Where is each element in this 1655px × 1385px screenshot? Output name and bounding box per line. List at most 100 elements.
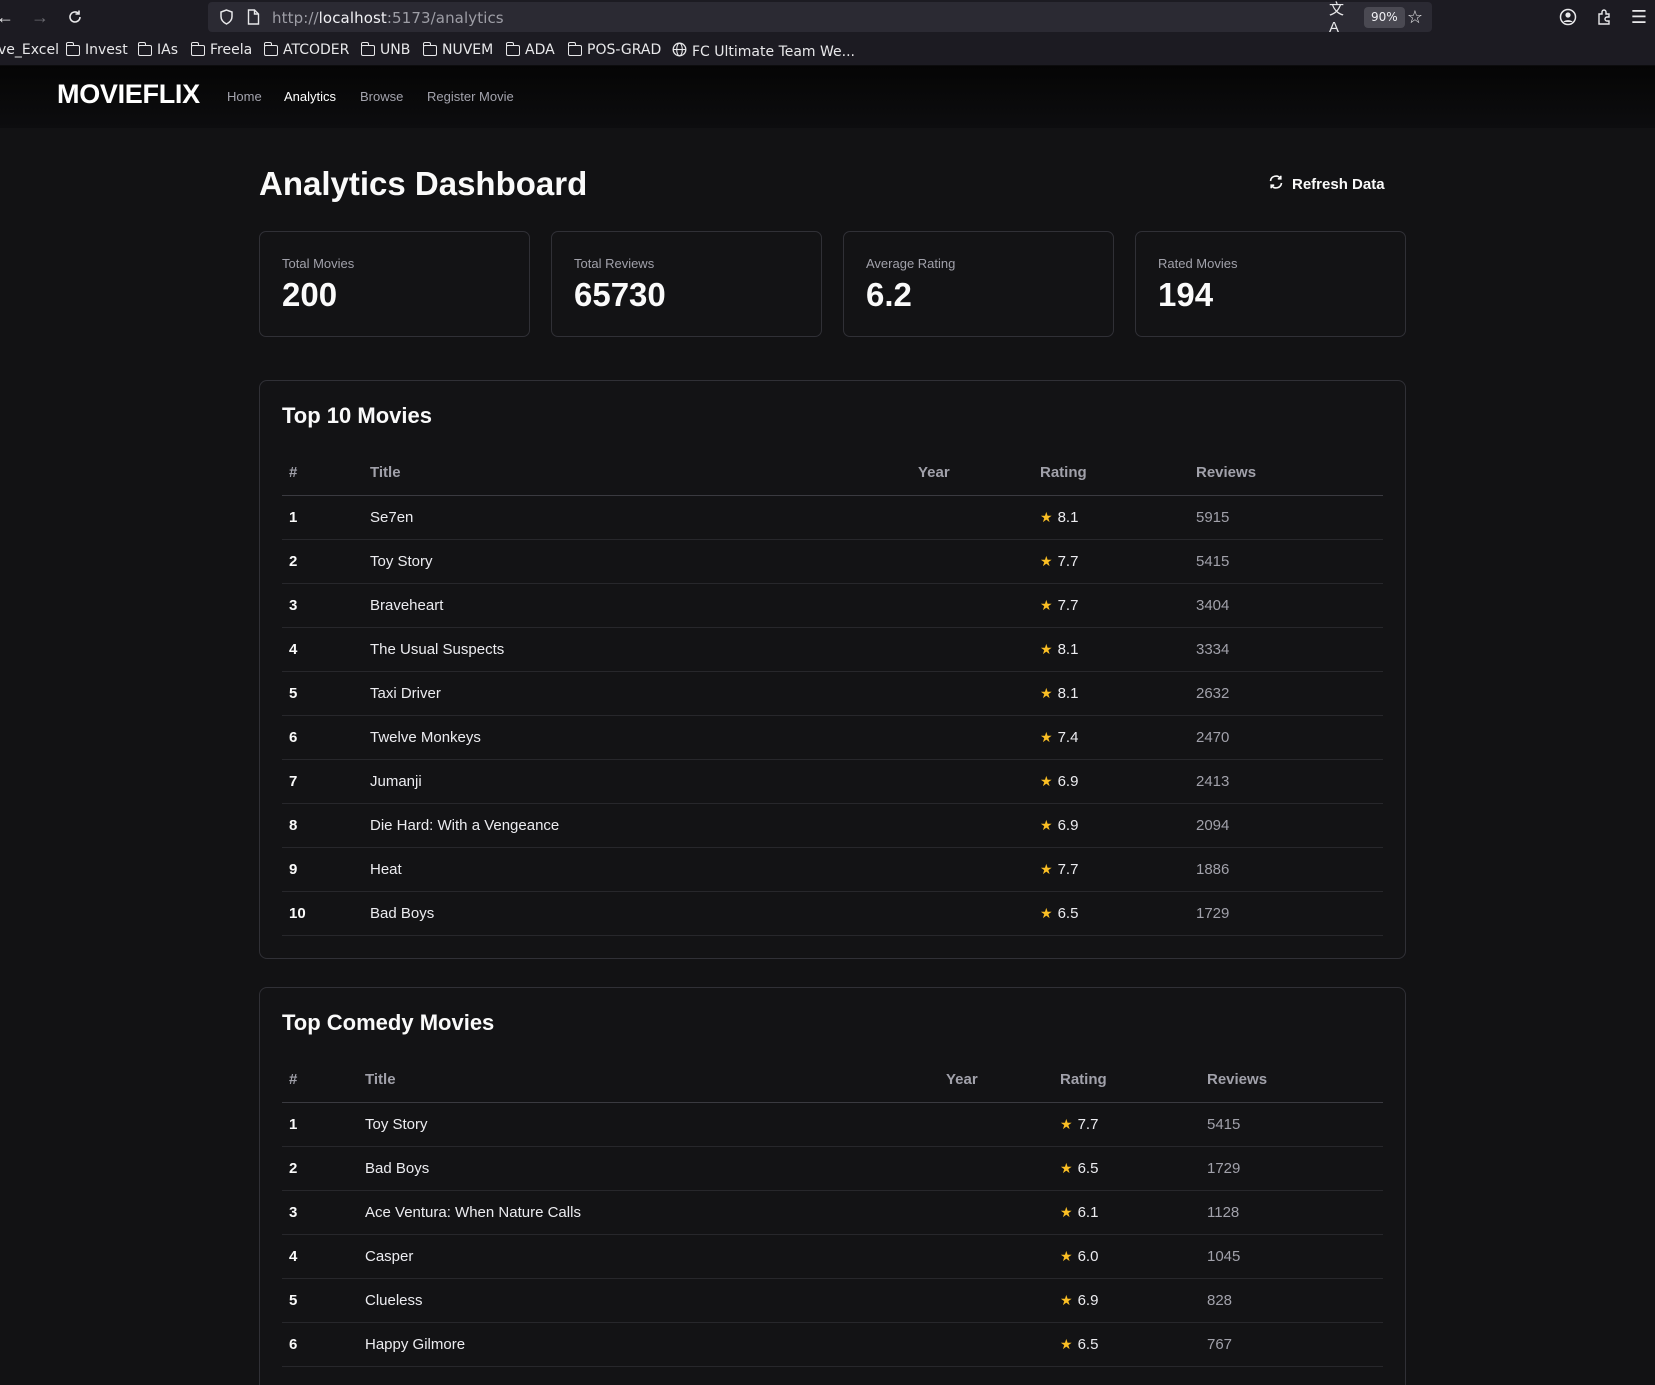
- folder-icon: [567, 41, 582, 56]
- table-row[interactable]: 2 Toy Story ★ 7.7 5415: [282, 539, 1383, 584]
- cell-rating: ★ 7.7: [1053, 1102, 1200, 1147]
- url-bar[interactable]: http://localhost:5173/analytics 文A 90% ☆: [208, 1, 1432, 36]
- cell-rating: ★ 8.1: [1033, 495, 1189, 540]
- cell-reviews: 2413: [1189, 759, 1383, 804]
- reload-icon[interactable]: [62, 4, 88, 30]
- cell-reviews: 1729: [1189, 891, 1383, 936]
- cell-year: [911, 495, 1033, 540]
- cell-year: [911, 671, 1033, 716]
- cell-title: Clueless: [358, 1278, 939, 1323]
- cell-rating: ★ 6.1: [1053, 1190, 1200, 1235]
- nav-browse[interactable]: Browse: [360, 89, 403, 104]
- cell-title: Bad Boys: [358, 1146, 939, 1191]
- stat-card-total-reviews: Total Reviews 65730: [551, 231, 822, 337]
- refresh-data-button[interactable]: Refresh Data: [1268, 172, 1385, 196]
- table-row[interactable]: 9 Heat ★ 7.7 1886: [282, 847, 1383, 892]
- forward-arrow-icon[interactable]: →: [27, 4, 53, 30]
- cell-reviews: 767: [1200, 1322, 1383, 1367]
- table-row[interactable]: 6 Twelve Monkeys ★ 7.4 2470: [282, 715, 1383, 760]
- bookmark-ada[interactable]: ADA: [505, 41, 555, 58]
- bookmark-pos-grad[interactable]: POS-GRAD: [567, 41, 661, 58]
- folder-icon: [360, 41, 375, 56]
- page-icon[interactable]: [244, 8, 262, 26]
- translate-icon[interactable]: 文A: [1329, 1, 1347, 36]
- star-icon: ★: [1060, 1203, 1073, 1220]
- stat-value: 65730: [574, 276, 666, 313]
- table-row[interactable]: 7 Jumanji ★ 6.9 2413: [282, 759, 1383, 804]
- bookmark-fc-ultimate-team[interactable]: FC Ultimate Team We...: [672, 42, 855, 61]
- cell-year: [911, 847, 1033, 892]
- col-header-rating[interactable]: Rating: [1053, 1058, 1200, 1103]
- bookmark-freela[interactable]: Freela: [190, 41, 252, 58]
- cell-title: Heat: [363, 847, 911, 892]
- col-header-year[interactable]: Year: [939, 1058, 1053, 1103]
- back-arrow-icon[interactable]: ←: [0, 4, 18, 30]
- bookmark-ve-excel[interactable]: ve_Excel: [0, 42, 59, 58]
- app-header: MOVIEFLIX Home Analytics Browse Register…: [0, 66, 1655, 128]
- table-row[interactable]: 5 Taxi Driver ★ 8.1 2632: [282, 671, 1383, 716]
- col-header-rank[interactable]: #: [282, 1058, 358, 1103]
- folder-icon: [190, 41, 205, 56]
- cell-rank: 6: [282, 715, 363, 760]
- bookmark-ias[interactable]: IAs: [137, 41, 178, 58]
- extensions-icon[interactable]: [1591, 4, 1617, 30]
- cell-title: Twelve Monkeys: [363, 715, 911, 760]
- bookmark-label: IAs: [157, 42, 178, 58]
- star-icon: ★: [1060, 1335, 1073, 1352]
- stat-card-average-rating: Average Rating 6.2: [843, 231, 1114, 337]
- page-title: Analytics Dashboard: [259, 165, 588, 202]
- bookmark-unb[interactable]: UNB: [360, 41, 410, 58]
- table-row[interactable]: 1 Toy Story ★ 7.7 5415: [282, 1102, 1383, 1147]
- zoom-level-badge[interactable]: 90%: [1364, 7, 1405, 28]
- refresh-label: Refresh Data: [1292, 175, 1385, 193]
- cell-rank: 1: [282, 1102, 358, 1147]
- col-header-rank[interactable]: #: [282, 451, 363, 496]
- table-row[interactable]: 3 Ace Ventura: When Nature Calls ★ 6.1 1128: [282, 1190, 1383, 1235]
- url-text[interactable]: http://localhost:5173/analytics: [272, 9, 504, 27]
- bookmark-nuvem[interactable]: NUVEM: [422, 41, 494, 58]
- cell-year: [911, 759, 1033, 804]
- bookmark-label: NUVEM: [442, 42, 494, 58]
- table-row[interactable]: 2 Bad Boys ★ 6.5 1729: [282, 1146, 1383, 1191]
- table-row[interactable]: 3 Braveheart ★ 7.7 3404: [282, 583, 1383, 628]
- col-header-title[interactable]: Title: [358, 1058, 939, 1103]
- bookmark-star-icon[interactable]: ☆: [1406, 7, 1424, 27]
- table-row[interactable]: 6 Happy Gilmore ★ 6.5 767: [282, 1322, 1383, 1367]
- logo[interactable]: MOVIEFLIX: [57, 79, 200, 110]
- table-row[interactable]: 10 Bad Boys ★ 6.5 1729: [282, 891, 1383, 936]
- rating-value: 6.5: [1077, 1159, 1099, 1177]
- col-header-year[interactable]: Year: [911, 451, 1033, 496]
- cell-year: [939, 1322, 1053, 1367]
- cell-rating: ★ 6.0: [1053, 1234, 1200, 1279]
- table-row[interactable]: 4 The Usual Suspects ★ 8.1 3334: [282, 627, 1383, 672]
- cell-rating: ★ 7.7: [1033, 539, 1189, 584]
- nav-register-movie[interactable]: Register Movie: [427, 89, 514, 104]
- col-header-title[interactable]: Title: [363, 451, 911, 496]
- table-row[interactable]: 5 Clueless ★ 6.9 828: [282, 1278, 1383, 1323]
- col-header-reviews[interactable]: Reviews: [1189, 451, 1383, 496]
- cell-reviews: 3334: [1189, 627, 1383, 672]
- cell-rank: 9: [282, 847, 363, 892]
- table-row[interactable]: 4 Casper ★ 6.0 1045: [282, 1234, 1383, 1279]
- folder-icon: [263, 41, 278, 56]
- star-icon: ★: [1060, 1247, 1073, 1264]
- nav-analytics[interactable]: Analytics: [284, 89, 336, 104]
- rating-value: 7.7: [1057, 860, 1079, 878]
- cell-rank: 4: [282, 627, 363, 672]
- table-row[interactable]: 1 Se7en ★ 8.1 5915: [282, 495, 1383, 540]
- rating-value: 6.1: [1077, 1203, 1099, 1221]
- cell-rank: 2: [282, 1146, 358, 1191]
- menu-hamburger-icon[interactable]: ☰: [1626, 4, 1652, 30]
- cell-title: Taxi Driver: [363, 671, 911, 716]
- shield-icon[interactable]: [217, 8, 235, 26]
- nav-home[interactable]: Home: [227, 89, 262, 104]
- bookmark-invest[interactable]: Invest: [65, 41, 128, 58]
- bookmark-atcoder[interactable]: ATCODER: [263, 41, 349, 58]
- account-icon[interactable]: [1555, 4, 1581, 30]
- cell-year: [939, 1234, 1053, 1279]
- col-header-reviews[interactable]: Reviews: [1200, 1058, 1383, 1103]
- table-row[interactable]: 8 Die Hard: With a Vengeance ★ 6.9 2094: [282, 803, 1383, 848]
- stat-label: Average Rating: [866, 256, 956, 271]
- stat-label: Total Movies: [282, 256, 355, 271]
- col-header-rating[interactable]: Rating: [1033, 451, 1189, 496]
